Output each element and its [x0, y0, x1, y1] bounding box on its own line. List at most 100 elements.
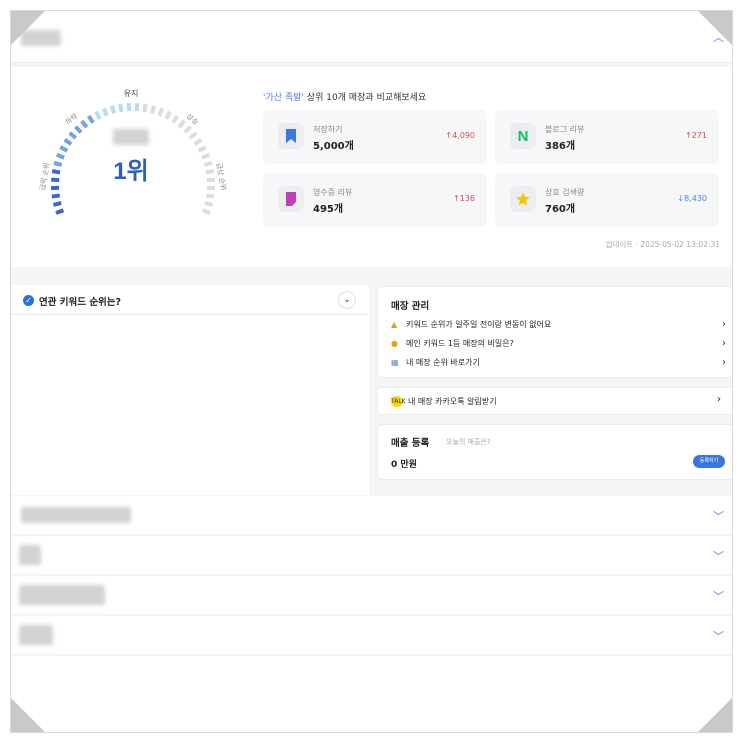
- decorative-corner: [11, 11, 45, 45]
- related-keywords-title: 연관 키워드 순위는?: [39, 297, 122, 308]
- mgmt-item-keyword-change[interactable]: ▲ 키워드 순위가 일주일 전이랑 변동이 없어요 ›: [391, 319, 726, 335]
- naver-n-icon: N: [510, 123, 536, 149]
- chart-icon: ▲: [391, 320, 398, 329]
- stat-label: 상호 검색량: [545, 188, 585, 197]
- blurred-title: [19, 585, 105, 605]
- gauge-tick: [197, 145, 207, 153]
- blurred-title: [21, 507, 131, 523]
- related-keywords-panel: ✓ 연관 키워드 순위는? ⌄: [11, 285, 369, 495]
- gauge-tick: [205, 169, 215, 175]
- gauge-label-maintain: 유지: [124, 89, 139, 98]
- chevron-right-icon: ›: [722, 357, 726, 368]
- stat-value: 495개: [313, 204, 344, 215]
- kakao-talk-icon: TALK: [391, 396, 406, 407]
- gauge-tick: [87, 114, 95, 124]
- sales-amount: 0 만원: [391, 460, 417, 470]
- stat-change: ↑136: [453, 194, 475, 203]
- gauge-label-down: 하락: [64, 111, 80, 127]
- store-management-title: 매장 관리: [391, 301, 430, 312]
- gauge-tick: [164, 110, 172, 120]
- stat-value: 760개: [545, 204, 576, 215]
- sales-register-card: 매출 등록 오늘의 매출은? 0 만원 등록하기: [377, 424, 732, 480]
- updated-timestamp: 업데이트 · 2025-05-02 13:02:31: [605, 240, 720, 249]
- decorative-corner: [11, 698, 45, 732]
- chevron-down-icon[interactable]: ﹀: [713, 588, 724, 604]
- gauge-tick: [203, 160, 213, 167]
- gauge-tick: [110, 105, 116, 114]
- gauge-tick: [53, 160, 63, 167]
- gauge-tick: [52, 201, 62, 207]
- chevron-down-icon[interactable]: ﹀: [713, 548, 724, 564]
- gauge-tick: [68, 131, 78, 140]
- gauge-tick: [63, 138, 73, 146]
- chevron-right-icon: ›: [722, 319, 726, 330]
- sales-title: 매출 등록: [391, 438, 430, 449]
- related-keywords-header[interactable]: ✓ 연관 키워드 순위는? ⌄: [11, 285, 369, 315]
- gauge-tick: [80, 119, 89, 129]
- gauge-tick: [188, 131, 198, 140]
- bottom-blank-area: [11, 656, 732, 732]
- gauge-tick: [183, 125, 192, 134]
- chevron-down-icon[interactable]: ﹀: [713, 628, 724, 644]
- star-icon: [510, 186, 536, 212]
- gauge-label-sharp-up: 급상 순위: [215, 162, 229, 191]
- gauge-tick: [118, 103, 124, 113]
- mgmt-item-label: 내 매장 순위 바로가기: [406, 358, 480, 367]
- app-frame: ︿ 유지 하락 상승 급락 순위 급상 순위 1위 '가산 족발' 상위 10개…: [10, 10, 733, 733]
- stat-label: 블로그 리뷰: [545, 125, 585, 134]
- kakao-alert-card[interactable]: TALK 내 매장 카카오톡 알림받기 ›: [377, 387, 732, 415]
- stat-label: 저장하기: [313, 125, 343, 134]
- gauge-tick: [94, 110, 102, 120]
- stat-change: ↑4,090: [445, 131, 475, 140]
- gauge-tick: [51, 177, 60, 183]
- stat-change: ↓8,430: [677, 194, 707, 203]
- compare-title: '가산 족발' 상위 10개 매장과 비교해보세요: [263, 90, 426, 103]
- chevron-down-icon[interactable]: ⌄: [338, 291, 356, 309]
- stat-card-search: 상호 검색량 760개 ↓8,430: [495, 173, 719, 227]
- stat-card-receipt: 영수증 리뷰 495개 ↑136: [263, 173, 487, 227]
- stat-value: 5,000개: [313, 141, 354, 152]
- store-management-card: 매장 관리 ▲ 키워드 순위가 일주일 전이랑 변동이 없어요 › ● 메인 키워드…: [377, 286, 732, 378]
- gauge-tick: [157, 107, 165, 117]
- stat-change: ↑271: [685, 131, 707, 140]
- receipt-icon: [278, 186, 304, 212]
- sales-subtitle: 오늘의 매출은?: [446, 438, 491, 446]
- decorative-corner: [698, 11, 732, 45]
- gauge-tick: [201, 152, 210, 160]
- collapsed-section-1[interactable]: ﹀: [11, 496, 732, 534]
- collapsed-section-4[interactable]: ﹀: [11, 616, 732, 654]
- stat-card-save: 저장하기 5,000개 ↑4,090: [263, 110, 487, 164]
- gauge-tick: [206, 177, 215, 183]
- coin-icon: ●: [391, 339, 398, 348]
- gauge-tick: [59, 145, 69, 153]
- gauge-label-sharp-down: 급락 순위: [39, 162, 52, 191]
- gauge-tick: [193, 138, 203, 146]
- gauge-tick: [150, 105, 156, 114]
- stat-card-blog: N 블로그 리뷰 386개 ↑271: [495, 110, 719, 164]
- graph-icon: ▦: [391, 358, 399, 367]
- section-header[interactable]: ︿: [11, 11, 732, 63]
- mgmt-item-top-secret[interactable]: ● 메인 키워드 1등 매장의 비밀은? ›: [391, 338, 726, 354]
- decorative-corner: [698, 698, 732, 732]
- gauge-tick: [177, 119, 186, 129]
- gauge-tick: [55, 208, 65, 215]
- blurred-title: [19, 545, 41, 565]
- mgmt-item-label: 메인 키워드 1등 매장의 비밀은?: [406, 339, 514, 348]
- gauge-label-up: 상승: [185, 111, 201, 127]
- register-button[interactable]: 등록하기: [693, 455, 725, 468]
- gauge-tick: [205, 193, 215, 199]
- gauge-center: 1위: [81, 129, 181, 186]
- mgmt-item-rank-link[interactable]: ▦ 내 매장 순위 바로가기 ›: [391, 357, 726, 373]
- compare-desc: 상위 10개 매장과 비교해보세요: [303, 93, 427, 103]
- gauge-tick: [204, 201, 214, 207]
- gauge-tick: [201, 208, 211, 215]
- collapsed-section-3[interactable]: ﹀: [11, 576, 732, 614]
- bookmark-icon: [278, 123, 304, 149]
- rank-panel: 유지 하락 상승 급락 순위 급상 순위 1위 '가산 족발' 상위 10개 매…: [11, 67, 732, 267]
- chevron-down-icon[interactable]: ﹀: [713, 508, 724, 524]
- gauge-tick: [51, 193, 61, 199]
- collapsed-section-2[interactable]: ﹀: [11, 536, 732, 574]
- gauge-tick: [142, 103, 148, 113]
- blurred-store-name: [113, 129, 149, 145]
- gauge-tick: [51, 169, 61, 175]
